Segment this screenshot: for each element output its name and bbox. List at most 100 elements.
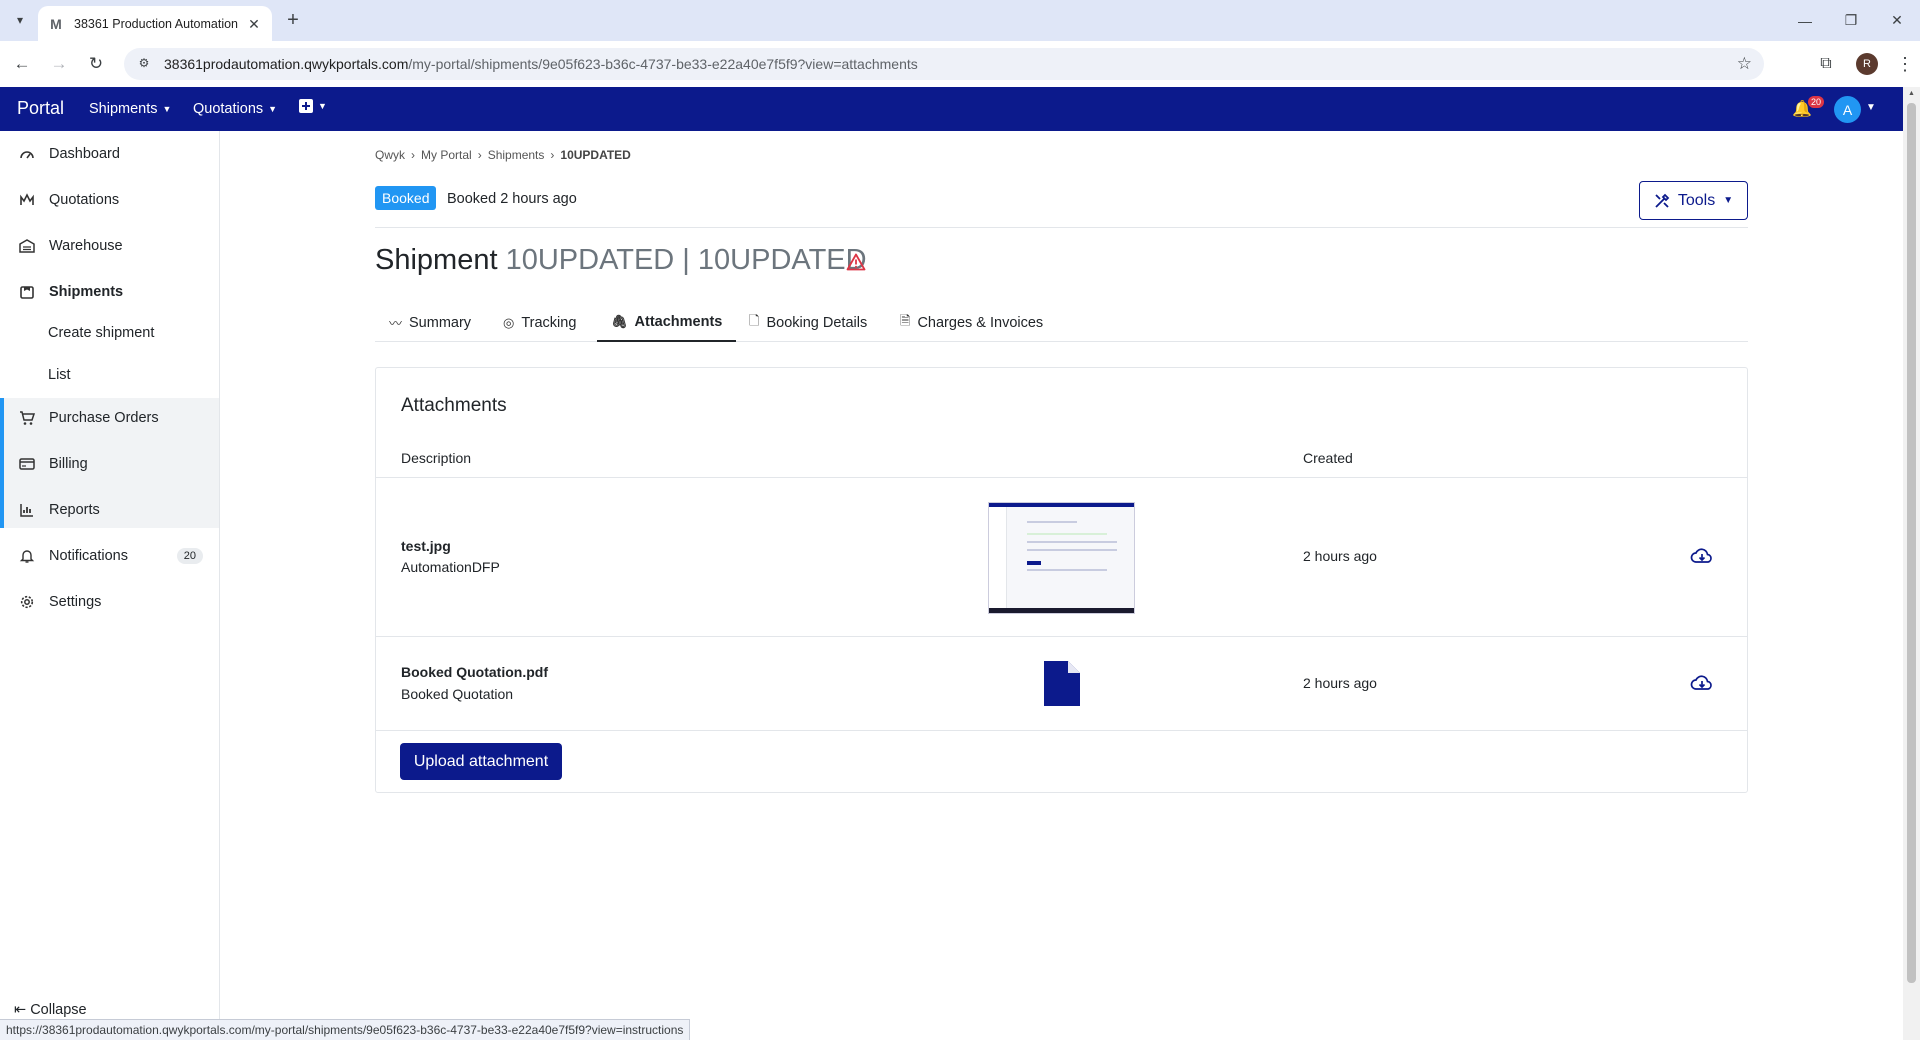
cart-icon <box>18 409 36 427</box>
browser-menu-icon[interactable]: ⋮ <box>1890 54 1920 75</box>
restore-icon[interactable]: ❐ <box>1828 0 1874 41</box>
divider <box>375 227 1748 228</box>
sidebar-collapse-button[interactable]: ⇤ Collapse <box>14 1002 87 1018</box>
sidebar-item-shipments[interactable]: Shipments <box>0 269 219 315</box>
tab-close-icon[interactable]: ✕ <box>246 16 262 32</box>
scrollbar-thumb[interactable] <box>1907 103 1916 983</box>
back-icon[interactable]: ← <box>7 49 37 79</box>
chevron-down-icon[interactable]: ▼ <box>1866 102 1876 113</box>
sidebar-subitem-list[interactable]: List <box>48 367 71 383</box>
bell-icon <box>18 547 36 565</box>
quick-add-menu[interactable]: ▼ <box>299 99 327 113</box>
sidebar-subitem-create-shipment[interactable]: Create shipment <box>48 325 154 341</box>
minimize-icon[interactable]: — <box>1782 0 1828 41</box>
billing-icon <box>18 455 36 473</box>
sidebar-item-label: Dashboard <box>49 146 120 162</box>
menu-quotations[interactable]: Quotations ▼ <box>193 101 277 117</box>
invoice-icon: 🗎 <box>900 312 911 328</box>
divider <box>376 636 1747 637</box>
status-text: Booked 2 hours ago <box>447 191 577 207</box>
brand-logo[interactable]: Portal <box>17 98 64 119</box>
tab-search-icon[interactable]: ▾ <box>9 9 31 31</box>
attachments-card: Attachments Description Created test.jpg… <box>375 367 1748 793</box>
tools-icon <box>1655 193 1670 208</box>
plus-square-icon <box>299 99 313 113</box>
shipments-icon <box>18 283 36 301</box>
browser-tab[interactable]: M 38361 Production Automation ✕ <box>38 6 272 41</box>
tools-label: Tools <box>1677 191 1716 209</box>
sidebar-item-label: Purchase Orders <box>49 410 159 426</box>
user-avatar[interactable]: A <box>1834 96 1861 123</box>
tab-summary[interactable]: 〰 Summary <box>375 303 485 342</box>
new-tab-icon[interactable]: + <box>282 10 304 32</box>
sidebar-item-settings[interactable]: Settings <box>0 579 219 625</box>
sidebar-item-label: Reports <box>49 502 100 518</box>
sidebar-item-label: Quotations <box>49 192 120 208</box>
menu-quotations-label: Quotations <box>193 101 264 117</box>
notification-count-badge: 20 <box>1808 96 1825 108</box>
tab-booking-details[interactable]: 🗋 Booking Details <box>735 303 881 342</box>
sidebar-item-warehouse[interactable]: Warehouse <box>0 223 219 269</box>
attachment-description: AutomationDFP <box>401 559 500 575</box>
upload-attachment-button[interactable]: Upload attachment <box>400 743 562 780</box>
column-header-description: Description <box>401 450 472 466</box>
close-window-icon[interactable]: ✕ <box>1874 0 1920 41</box>
sidebar-item-reports[interactable]: Reports <box>0 487 219 533</box>
tab-charges-invoices[interactable]: 🗎 Charges & Invoices <box>886 303 1057 342</box>
chevron-down-icon: ▼ <box>162 104 172 114</box>
tools-dropdown-button[interactable]: Tools ▼ <box>1639 181 1748 220</box>
sidebar-item-dashboard[interactable]: Dashboard <box>0 131 219 177</box>
attachment-name[interactable]: Booked Quotation.pdf <box>401 664 548 680</box>
attachment-thumbnail[interactable] <box>988 502 1135 614</box>
warehouse-icon <box>18 237 36 255</box>
download-cloud-icon[interactable] <box>1690 546 1714 566</box>
page-scrollbar[interactable]: ▲ <box>1903 87 1920 1040</box>
breadcrumb-item-shipments[interactable]: Shipments <box>488 148 545 162</box>
download-cloud-icon[interactable] <box>1690 673 1714 693</box>
sidebar-item-label: Settings <box>49 594 102 610</box>
breadcrumb-item-qwyk[interactable]: Qwyk <box>375 148 405 162</box>
page-title: Shipment 10UPDATED | 10UPDATED <box>375 244 867 276</box>
extensions-icon[interactable]: ⧉ <box>1808 55 1844 73</box>
paperclip-icon: 🖇 <box>611 313 628 329</box>
sidebar-item-label: Shipments <box>49 284 124 300</box>
menu-shipments-label: Shipments <box>89 101 158 117</box>
sidebar-item-quotations[interactable]: Quotations <box>0 177 219 223</box>
tab-tracking[interactable]: ◎ Tracking <box>489 303 590 342</box>
warning-icon[interactable] <box>846 253 866 271</box>
reports-icon <box>18 501 36 519</box>
column-header-created: Created <box>1303 450 1353 466</box>
sidebar: Dashboard Quotations Warehouse Shipments… <box>0 131 220 1040</box>
sidebar-item-notifications[interactable]: Notifications 20 <box>0 533 219 579</box>
browser-tabstrip: ▾ M 38361 Production Automation ✕ + — ❐ … <box>0 0 1920 41</box>
shipment-tabs: 〰 Summary ◎ Tracking 🖇 Attachments 🗋 Booking… <box>375 303 1748 342</box>
scroll-up-icon[interactable]: ▲ <box>1903 87 1920 101</box>
app-navbar: Portal Shipments ▼ Quotations ▼ ▼ 🔔 20 A ▼ <box>0 87 1903 131</box>
attachment-name[interactable]: test.jpg <box>401 538 451 554</box>
profile-avatar[interactable]: R <box>1856 53 1878 75</box>
reload-icon[interactable]: ↻ <box>81 49 111 79</box>
attachments-title: Attachments <box>401 395 507 416</box>
address-bar[interactable]: ⚙ 38361prodautomation.qwykportals.com/my… <box>124 48 1764 80</box>
chevron-down-icon: ▼ <box>1723 195 1734 206</box>
breadcrumb-item-my-portal[interactable]: My Portal <box>421 148 472 162</box>
tab-attachments[interactable]: 🖇 Attachments <box>597 303 737 342</box>
bookmark-star-icon[interactable]: ☆ <box>1737 54 1752 74</box>
site-info-icon[interactable]: ⚙ <box>136 56 152 72</box>
breadcrumb: Qwyk › My Portal › Shipments › 10UPDATED <box>375 148 631 162</box>
collapse-arrow-icon: ⇤ <box>14 1002 27 1018</box>
attachment-created: 2 hours ago <box>1303 675 1377 691</box>
collapse-label: Collapse <box>30 1002 87 1018</box>
tab-title: 38361 Production Automation <box>74 16 239 31</box>
sidebar-item-billing[interactable]: Billing <box>0 441 219 487</box>
file-icon[interactable] <box>1044 661 1080 706</box>
dashboard-icon <box>18 145 36 163</box>
forward-icon[interactable]: → <box>44 49 74 79</box>
sidebar-item-purchase-orders[interactable]: Purchase Orders <box>0 395 219 441</box>
file-icon: 🗋 <box>749 312 760 328</box>
notifications-count-badge: 20 <box>176 548 203 564</box>
quotations-icon <box>18 191 36 209</box>
attachment-description: Booked Quotation <box>401 686 514 702</box>
menu-shipments[interactable]: Shipments ▼ <box>89 101 171 117</box>
tracking-icon: ◎ <box>503 314 515 330</box>
